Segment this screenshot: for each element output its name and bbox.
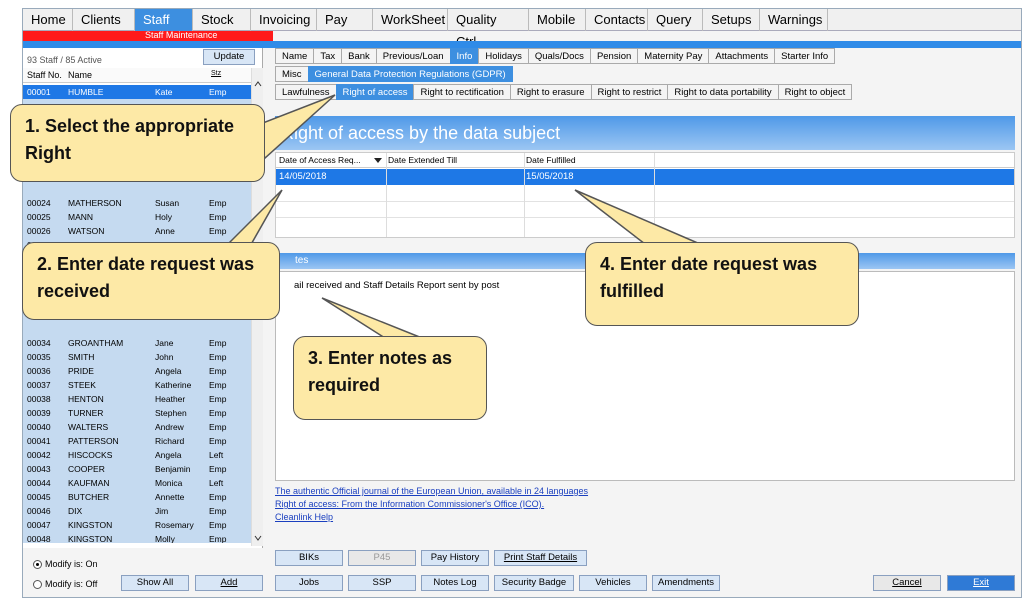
callout-enter-notes: 3. Enter notes as required <box>293 336 487 420</box>
callout-3-pointer <box>321 297 423 339</box>
callout-select-right: 1. Select the appropriate Right <box>10 104 265 182</box>
callout-4-text: 4. Enter date request was fulfilled <box>600 254 818 301</box>
callout-enter-fulfilled-date: 4. Enter date request was fulfilled <box>585 242 859 326</box>
callout-3-text: 3. Enter notes as required <box>308 348 453 395</box>
callout-enter-received-date: 2. Enter date request was received <box>22 242 280 320</box>
callout-1-text: 1. Select the appropriate Right <box>25 116 235 163</box>
callout-4-pointer <box>574 189 701 245</box>
callout-2-text: 2. Enter date request was received <box>37 254 255 301</box>
